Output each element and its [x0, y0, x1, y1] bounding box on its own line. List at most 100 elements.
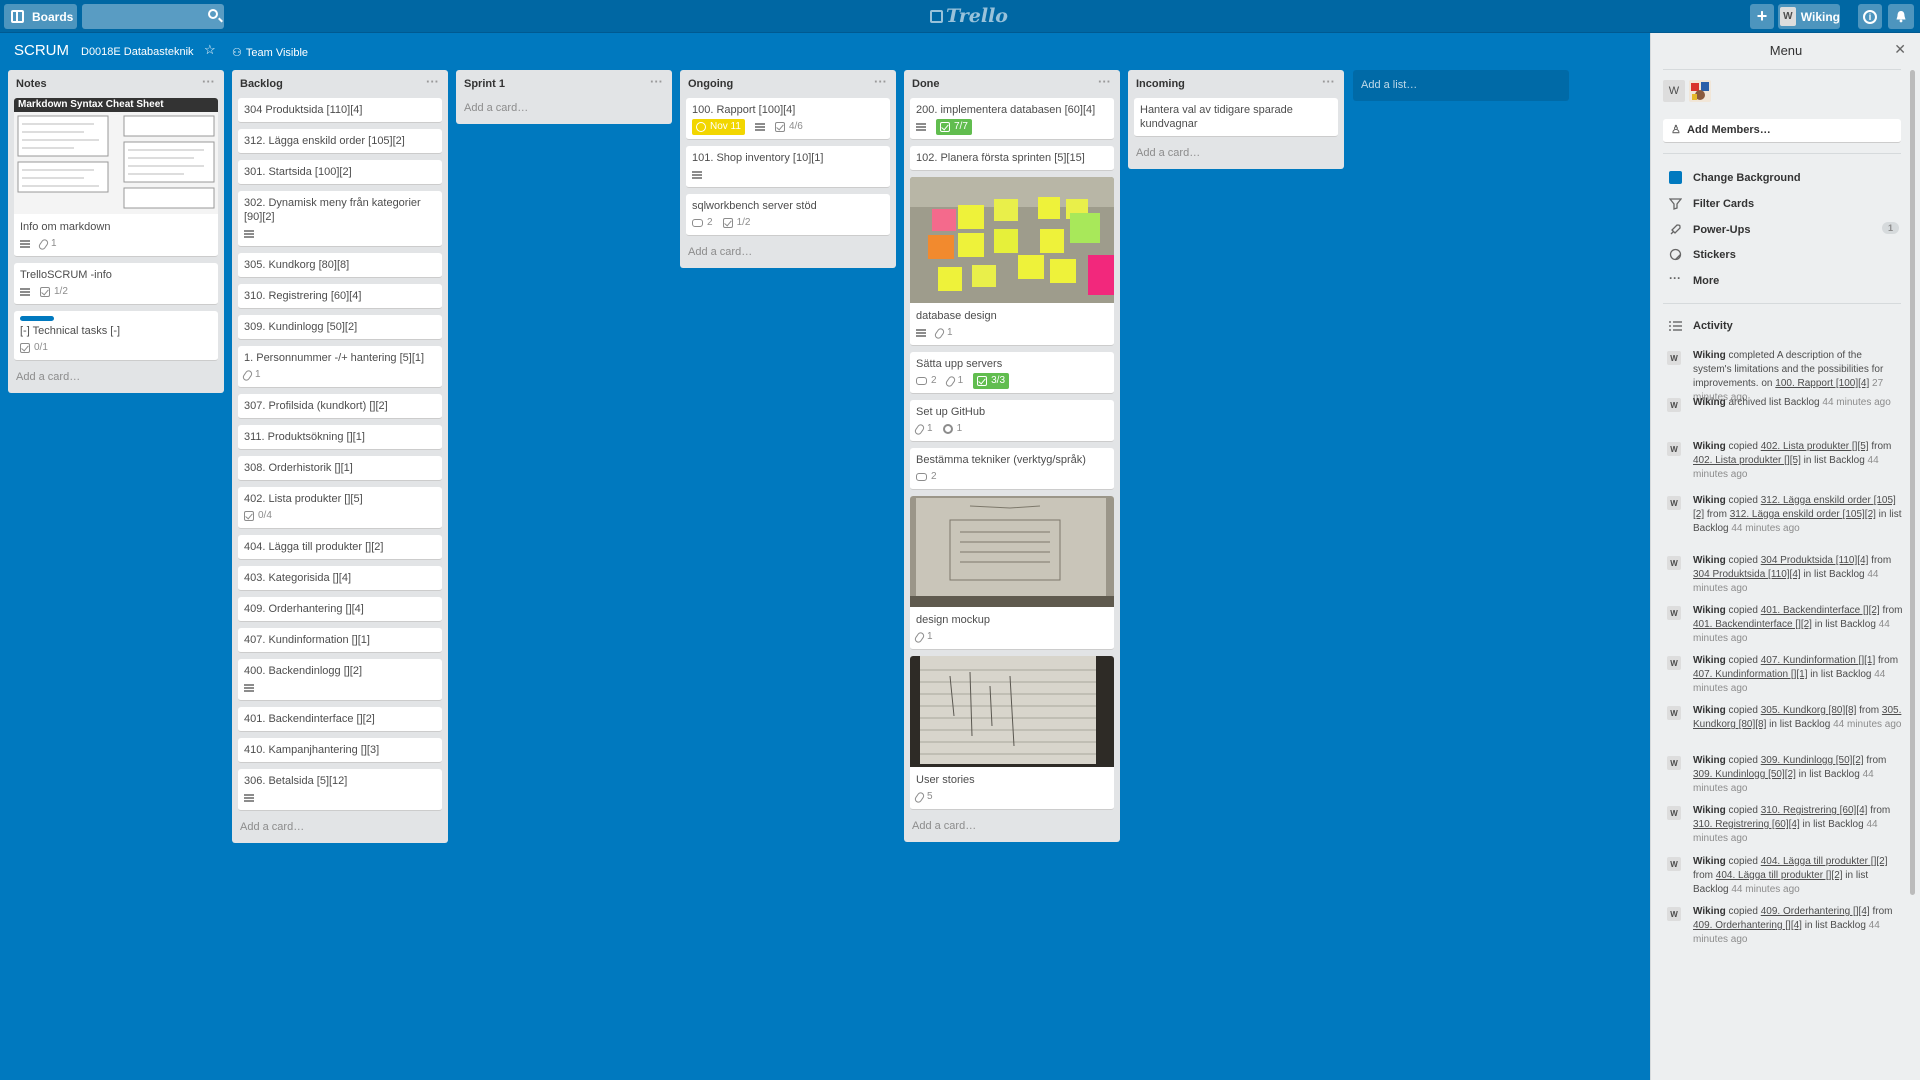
card[interactable]: 305. Kundkorg [80][8] [238, 253, 442, 278]
card[interactable]: Hantera val av tidigare sparade kundvagn… [1134, 98, 1338, 137]
add-card-link[interactable]: Add a card… [904, 816, 1120, 842]
activity-user[interactable]: Wiking [1693, 495, 1726, 506]
card[interactable]: 101. Shop inventory [10][1] [686, 146, 890, 188]
power-ups-item[interactable]: Power-Ups 1 [1663, 220, 1901, 240]
card[interactable]: 402. Lista produkter [][5] 0/4 [238, 487, 442, 529]
create-button[interactable]: + [1750, 4, 1774, 29]
activity-avatar[interactable]: W [1667, 907, 1681, 921]
card[interactable]: 200. implementera databasen [60][4] 7/7 [910, 98, 1114, 140]
card[interactable]: 102. Planera första sprinten [5][15] [910, 146, 1114, 171]
card[interactable]: 100. Rapport [100][4] Nov 11 4/6 [686, 98, 890, 140]
card[interactable]: database design 1 [910, 177, 1114, 346]
activity-avatar[interactable]: W [1667, 806, 1681, 820]
activity-card-link[interactable]: 404. Lägga till produkter [][2] [1761, 856, 1888, 867]
activity-source-link[interactable]: 309. Kundinlogg [50][2] [1693, 769, 1796, 780]
info-button[interactable]: i [1858, 4, 1882, 29]
list-menu-icon[interactable]: ··· [202, 74, 215, 89]
card[interactable]: 1. Personnummer -/+ hantering [5][1] 1 [238, 346, 442, 388]
activity-source-link[interactable]: 304 Produktsida [110][4] [1693, 569, 1801, 580]
activity-card-link[interactable]: 310. Registrering [60][4] [1761, 805, 1868, 816]
list-menu-icon[interactable]: ··· [874, 74, 887, 89]
activity-card-link[interactable]: 100. Rapport [100][4] [1775, 378, 1869, 389]
card[interactable]: User stories 5 [910, 656, 1114, 810]
list-menu-icon[interactable]: ··· [426, 74, 439, 89]
card[interactable]: design mockup 1 [910, 496, 1114, 650]
card[interactable]: 403. Kategorisida [][4] [238, 566, 442, 591]
add-card-link[interactable]: Add a card… [232, 817, 448, 843]
activity-source-link[interactable]: 310. Registrering [60][4] [1693, 819, 1800, 830]
activity-avatar[interactable]: W [1667, 706, 1681, 720]
list-menu-icon[interactable]: ··· [1322, 74, 1335, 89]
card[interactable]: 404. Lägga till produkter [][2] [238, 535, 442, 560]
card[interactable]: 407. Kundinformation [][1] [238, 628, 442, 653]
activity-avatar[interactable]: W [1667, 606, 1681, 620]
card[interactable]: 312. Lägga enskild order [105][2] [238, 129, 442, 154]
activity-user[interactable]: Wiking [1693, 555, 1726, 566]
list-header[interactable]: Done ··· [904, 70, 1120, 98]
user-menu-button[interactable]: W Wiking [1778, 4, 1840, 29]
activity-card-link[interactable]: 409. Orderhantering [][4] [1761, 906, 1870, 917]
add-list-button[interactable]: Add a list… [1353, 70, 1569, 101]
trello-logo[interactable]: Trello [930, 5, 1008, 27]
list-header[interactable]: Backlog ··· [232, 70, 448, 98]
activity-source-link[interactable]: 402. Lista produkter [][5] [1693, 455, 1801, 466]
activity-source-link[interactable]: 312. Lägga enskild order [105][2] [1730, 509, 1876, 520]
activity-user[interactable]: Wiking [1693, 755, 1726, 766]
activity-card-link[interactable]: 309. Kundinlogg [50][2] [1761, 755, 1864, 766]
change-background-item[interactable]: Change Background [1663, 168, 1901, 188]
activity-source-link[interactable]: 404. Lägga till produkter [][2] [1716, 870, 1843, 881]
filter-cards-item[interactable]: Filter Cards [1663, 194, 1901, 214]
activity-avatar[interactable]: W [1667, 398, 1681, 412]
add-card-link[interactable]: Add a card… [8, 367, 224, 393]
close-icon[interactable]: ✕ [1894, 41, 1906, 58]
search-icon[interactable] [208, 9, 218, 19]
card[interactable]: Sätta upp servers 2 1 3/3 [910, 352, 1114, 394]
card[interactable]: 308. Orderhistorik [][1] [238, 456, 442, 481]
board-org[interactable]: D0018E Databasteknik [81, 46, 194, 58]
member-avatar-photo[interactable] [1689, 80, 1711, 102]
activity-source-link[interactable]: 409. Orderhantering [][4] [1693, 920, 1802, 931]
card[interactable]: Markdown Syntax Cheat Sheet Info om mark… [14, 98, 218, 257]
activity-card-link[interactable]: 304 Produktsida [110][4] [1761, 555, 1869, 566]
sidebar-scrollbar[interactable] [1910, 70, 1915, 895]
activity-avatar[interactable]: W [1667, 351, 1681, 365]
activity-time[interactable]: 44 minutes ago [1731, 884, 1799, 895]
card[interactable]: 400. Backendinlogg [][2] [238, 659, 442, 701]
activity-user[interactable]: Wiking [1693, 805, 1726, 816]
card[interactable]: 304 Produktsida [110][4] [238, 98, 442, 123]
list-header[interactable]: Incoming ··· [1128, 70, 1344, 98]
search-input[interactable] [82, 4, 224, 29]
activity-user[interactable]: Wiking [1693, 705, 1726, 716]
activity-card-link[interactable]: 402. Lista produkter [][5] [1761, 441, 1869, 452]
card[interactable]: 401. Backendinterface [][2] [238, 707, 442, 732]
activity-avatar[interactable]: W [1667, 442, 1681, 456]
activity-user[interactable]: Wiking [1693, 441, 1726, 452]
card[interactable]: Set up GitHub 1 1 [910, 400, 1114, 442]
list-header[interactable]: Ongoing ··· [680, 70, 896, 98]
star-icon[interactable]: ☆ [204, 42, 216, 58]
activity-source-link[interactable]: 407. Kundinformation [][1] [1693, 669, 1808, 680]
activity-time[interactable]: 44 minutes ago [1822, 397, 1890, 408]
card[interactable]: Bestämma tekniker (verktyg/språk) 2 [910, 448, 1114, 490]
card[interactable]: TrelloSCRUM -info 1/2 [14, 263, 218, 305]
list-menu-icon[interactable]: ··· [650, 74, 663, 89]
boards-button[interactable]: Boards [4, 4, 77, 29]
member-avatar[interactable]: W [1663, 80, 1685, 102]
add-members-button[interactable]: ♙ Add Members… [1663, 119, 1901, 143]
board-title[interactable]: SCRUM [14, 42, 69, 59]
activity-user[interactable]: Wiking [1693, 655, 1726, 666]
add-card-link[interactable]: Add a card… [456, 98, 672, 124]
card[interactable]: [-] Technical tasks [-] 0/1 [14, 311, 218, 361]
activity-user[interactable]: Wiking [1693, 856, 1726, 867]
card[interactable]: sqlworkbench server stöd 2 1/2 [686, 194, 890, 236]
activity-avatar[interactable]: W [1667, 556, 1681, 570]
card[interactable]: 307. Profilsida (kundkort) [][2] [238, 394, 442, 419]
notifications-button[interactable] [1888, 4, 1914, 29]
card[interactable]: 410. Kampanjhantering [][3] [238, 738, 442, 763]
activity-source-link[interactable]: 401. Backendinterface [][2] [1693, 619, 1812, 630]
card[interactable]: 310. Registrering [60][4] [238, 284, 442, 309]
activity-user[interactable]: Wiking [1693, 605, 1726, 616]
list-header[interactable]: Sprint 1 ··· [456, 70, 672, 98]
card[interactable]: 302. Dynamisk meny från kategorier [90][… [238, 191, 442, 247]
card[interactable]: 309. Kundinlogg [50][2] [238, 315, 442, 340]
